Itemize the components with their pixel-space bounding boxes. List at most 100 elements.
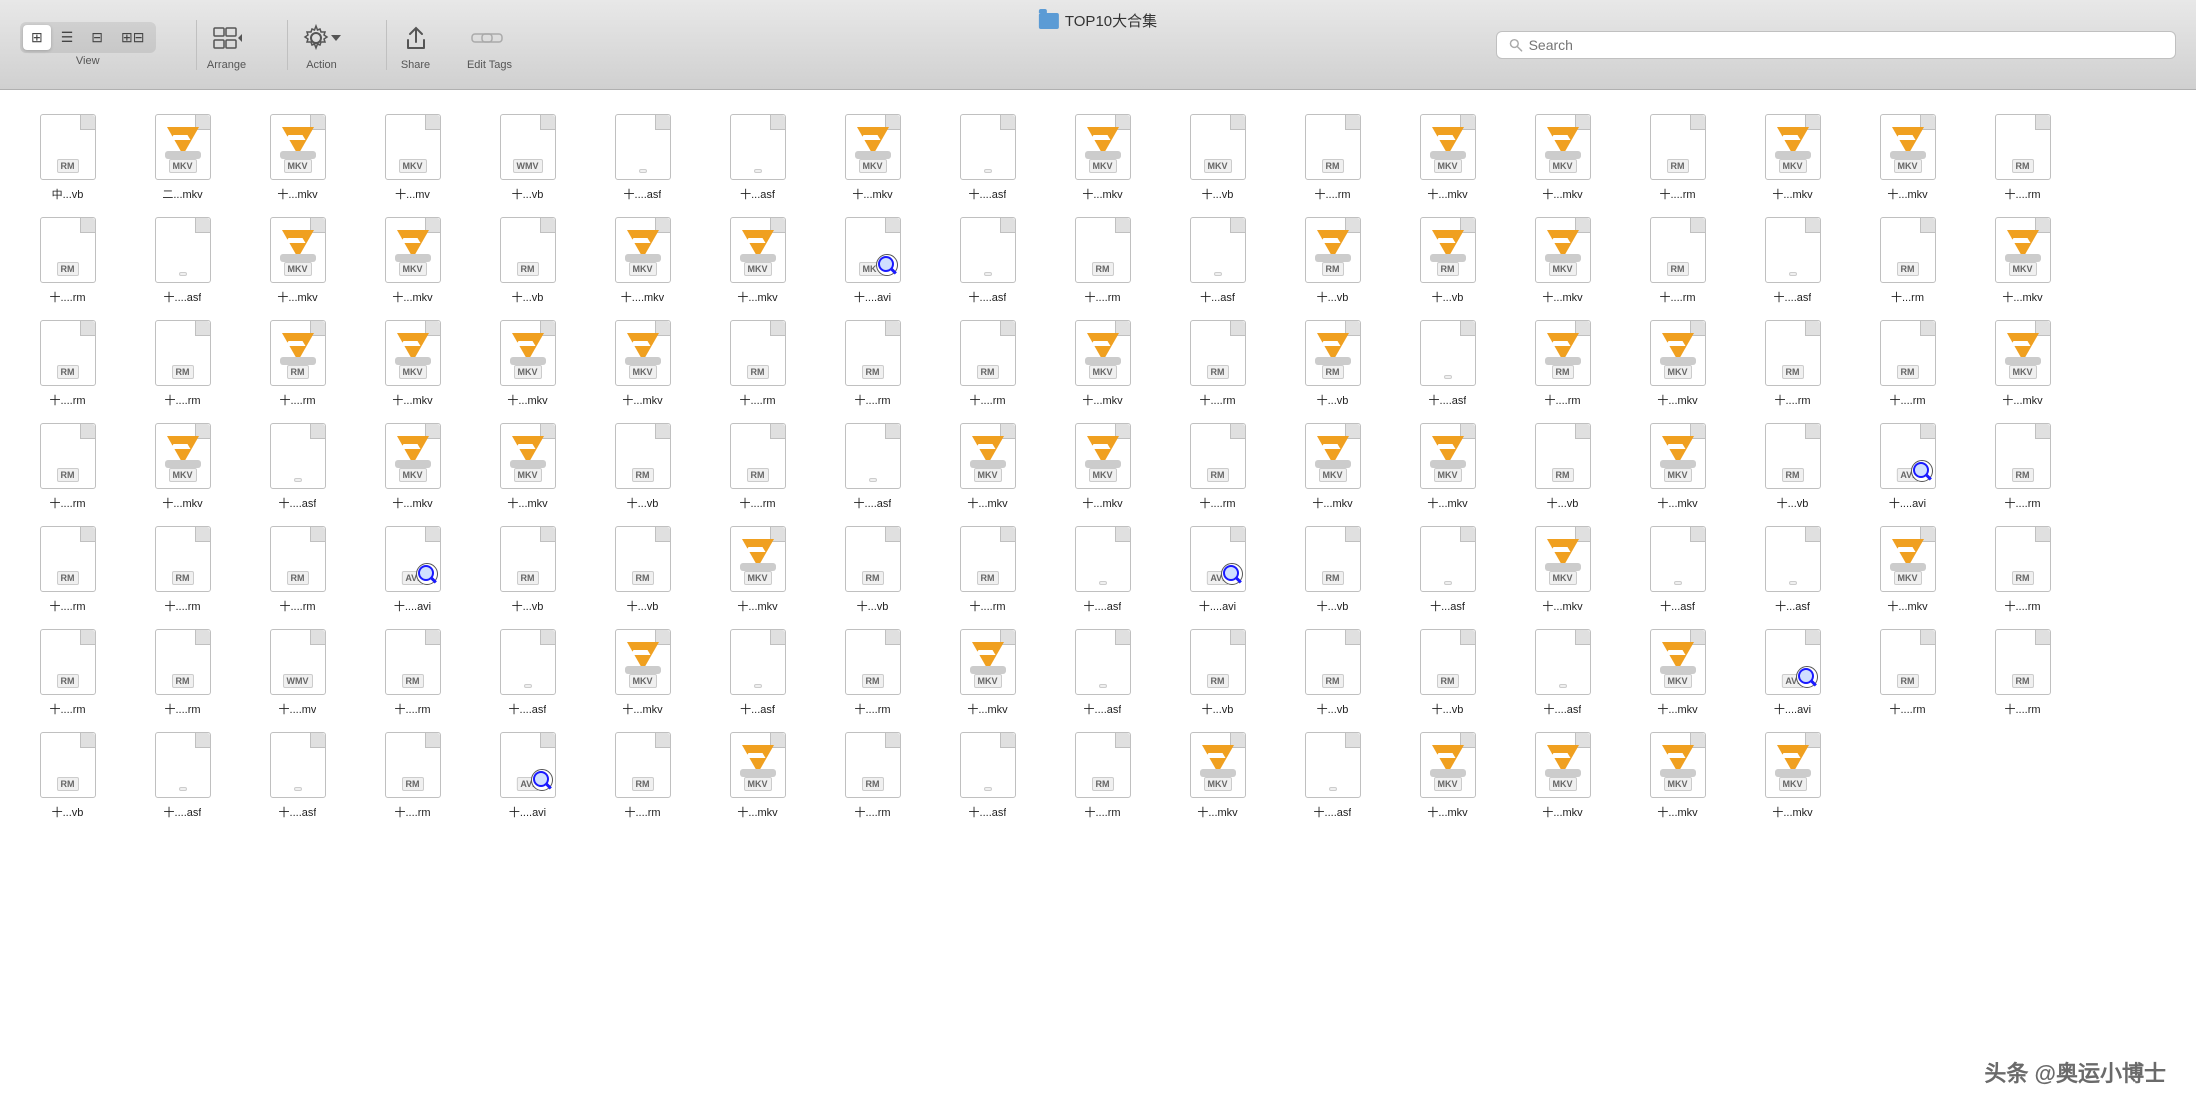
list-item[interactable]: RM 十...vb	[585, 517, 700, 620]
list-item[interactable]: 十....asf	[1045, 620, 1160, 723]
list-item[interactable]: RM 十...vb	[470, 517, 585, 620]
list-item[interactable]: 十....asf	[1045, 517, 1160, 620]
list-item[interactable]: 十...asf	[1620, 517, 1735, 620]
list-item[interactable]: RM 十....rm	[1160, 414, 1275, 517]
list-item[interactable]: RM 十....rm	[1275, 105, 1390, 208]
list-item[interactable]: MKV 十...mkv	[1620, 723, 1735, 826]
list-item[interactable]: AVI 十....avi	[1735, 620, 1850, 723]
list-item[interactable]: RM 十...vb	[815, 517, 930, 620]
list-item[interactable]: RM 十...vb	[1505, 414, 1620, 517]
list-item[interactable]: MKV 十...mkv	[1850, 517, 1965, 620]
list-item[interactable]: MKV 十...mkv	[1390, 414, 1505, 517]
list-item[interactable]: RM 十....rm	[240, 517, 355, 620]
list-item[interactable]: RM 十....rm	[355, 723, 470, 826]
list-item[interactable]: MKV 十...mkv	[470, 311, 585, 414]
list-item[interactable]: RM 十....rm	[1965, 414, 2080, 517]
list-item[interactable]: RM 十....rm	[10, 311, 125, 414]
list-item[interactable]: RM 十...vb	[1735, 414, 1850, 517]
list-item[interactable]: MKV 十...mkv	[1620, 311, 1735, 414]
list-item[interactable]: MKV 十...vb	[1160, 105, 1275, 208]
list-item[interactable]: 十...asf	[700, 620, 815, 723]
list-item[interactable]: RM 十....rm	[815, 620, 930, 723]
list-item[interactable]: RM 十...vb	[1275, 311, 1390, 414]
list-item[interactable]: MKV 十...mkv	[700, 208, 815, 311]
list-item[interactable]: 十....asf	[240, 414, 355, 517]
list-item[interactable]: MKV 十...mkv	[355, 208, 470, 311]
list-item[interactable]: MKV 十...mkv	[1160, 723, 1275, 826]
list-item[interactable]: RM 十....rm	[1965, 620, 2080, 723]
list-item[interactable]: 十...asf	[700, 105, 815, 208]
list-item[interactable]: 十....asf	[930, 105, 1045, 208]
list-item[interactable]: MKV 十...mkv	[470, 414, 585, 517]
list-item[interactable]: AVI 十....avi	[470, 723, 585, 826]
list-item[interactable]: RM 十...vb	[1275, 517, 1390, 620]
list-item[interactable]: RM 十...vb	[585, 414, 700, 517]
list-item[interactable]: MKV 十...mkv	[930, 620, 1045, 723]
list-item[interactable]: RM 十....rm	[1965, 105, 2080, 208]
list-item[interactable]: 十....asf	[470, 620, 585, 723]
list-item[interactable]: MKV 十...mkv	[240, 105, 355, 208]
search-box[interactable]	[1496, 31, 2176, 59]
list-item[interactable]: RM 中...vb	[10, 105, 125, 208]
list-item[interactable]: RM 十...vb	[1275, 208, 1390, 311]
list-item[interactable]: MKV 十...mkv	[1045, 414, 1160, 517]
gallery-view-button[interactable]: ⊞⊟	[113, 25, 152, 50]
list-item[interactable]: RM 十....rm	[125, 311, 240, 414]
list-item[interactable]: MKV 十...mkv	[355, 414, 470, 517]
list-item[interactable]: RM 十....rm	[815, 311, 930, 414]
list-item[interactable]: 十....asf	[930, 723, 1045, 826]
list-item[interactable]: RM 十....rm	[1850, 311, 1965, 414]
edit-tags-button[interactable]	[465, 19, 515, 57]
list-item[interactable]: MKV 十...mkv	[1505, 517, 1620, 620]
list-item[interactable]: RM 十...vb	[1390, 208, 1505, 311]
icon-view-button[interactable]: ⊞	[23, 25, 51, 50]
list-item[interactable]: MKV 十...mkv	[240, 208, 355, 311]
list-item[interactable]: RM 十....rm	[1965, 517, 2080, 620]
list-item[interactable]: 十....asf	[930, 208, 1045, 311]
list-item[interactable]: MKV 十...mkv	[815, 105, 930, 208]
list-item[interactable]: MKV 十...mkv	[1735, 723, 1850, 826]
list-item[interactable]: 十...asf	[1160, 208, 1275, 311]
list-item[interactable]: RM 十...vb	[1160, 620, 1275, 723]
list-item[interactable]: 十....asf	[1505, 620, 1620, 723]
list-item[interactable]: RM 十....rm	[355, 620, 470, 723]
list-item[interactable]: MKV 二...mkv	[125, 105, 240, 208]
list-item[interactable]: RM 十...vb	[470, 208, 585, 311]
list-item[interactable]: RM 十....rm	[10, 620, 125, 723]
list-item[interactable]: MKV 十....avi	[815, 208, 930, 311]
list-item[interactable]: MKV 十...mkv	[1390, 105, 1505, 208]
list-item[interactable]: AVI 十....avi	[355, 517, 470, 620]
list-item[interactable]: RM 十....rm	[10, 208, 125, 311]
list-item[interactable]: RM 十....rm	[1045, 723, 1160, 826]
list-item[interactable]: RM 十...vb	[1390, 620, 1505, 723]
list-item[interactable]: 十....asf	[1275, 723, 1390, 826]
list-item[interactable]: 十....asf	[585, 105, 700, 208]
share-button[interactable]	[397, 19, 435, 57]
list-item[interactable]: 十...asf	[1735, 517, 1850, 620]
list-item[interactable]: RM 十....rm	[930, 311, 1045, 414]
list-item[interactable]: MKV 十...mkv	[125, 414, 240, 517]
list-item[interactable]: RM 十...vb	[10, 723, 125, 826]
list-item[interactable]: MKV 十...mkv	[1505, 105, 1620, 208]
list-item[interactable]: 十...asf	[1390, 517, 1505, 620]
list-item[interactable]: WMV 十...vb	[470, 105, 585, 208]
list-item[interactable]: RM 十....rm	[1505, 311, 1620, 414]
column-view-button[interactable]: ⊟	[83, 25, 111, 50]
list-item[interactable]: RM 十....rm	[1735, 311, 1850, 414]
list-item[interactable]: MKV 十...mkv	[1045, 105, 1160, 208]
list-item[interactable]: MKV 十...mkv	[1505, 208, 1620, 311]
list-item[interactable]: 十....asf	[125, 723, 240, 826]
list-item[interactable]: 十....asf	[1735, 208, 1850, 311]
list-item[interactable]: MKV 十...mkv	[1390, 723, 1505, 826]
arrange-button[interactable]	[207, 19, 247, 57]
list-item[interactable]: MKV 十...mkv	[1965, 208, 2080, 311]
list-item[interactable]: RM 十....rm	[125, 517, 240, 620]
list-item[interactable]: MKV 十...mkv	[1505, 723, 1620, 826]
list-item[interactable]: MKV 十...mv	[355, 105, 470, 208]
list-item[interactable]: RM 十....rm	[10, 414, 125, 517]
list-item[interactable]: 十....asf	[1390, 311, 1505, 414]
list-item[interactable]: AVI 十....avi	[1850, 414, 1965, 517]
list-item[interactable]: MKV 十...mkv	[1735, 105, 1850, 208]
list-item[interactable]: MKV 十...mkv	[1275, 414, 1390, 517]
list-item[interactable]: RM 十....rm	[1160, 311, 1275, 414]
